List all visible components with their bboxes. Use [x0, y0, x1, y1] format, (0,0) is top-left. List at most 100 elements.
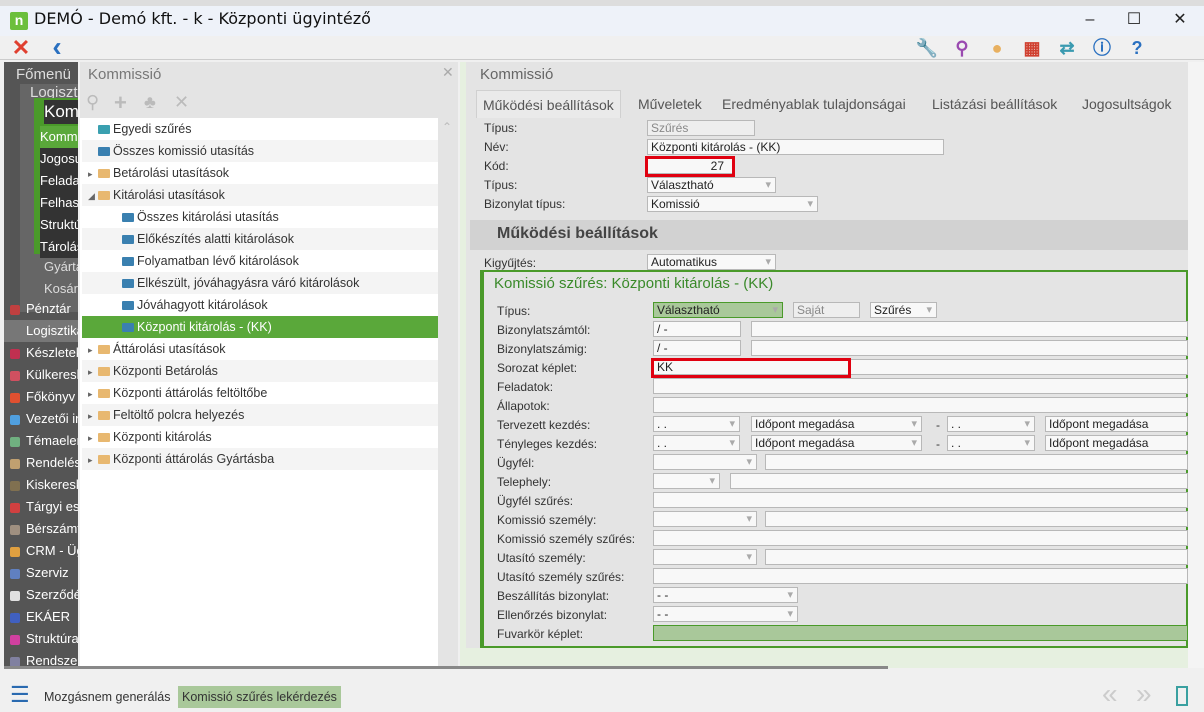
filter-input[interactable]: . .	[653, 416, 740, 432]
tab[interactable]: Műveletek	[632, 90, 708, 118]
menu-item[interactable]: Kiskereskedelem	[4, 474, 78, 496]
tree-item[interactable]: Elkészült, jóváhagyásra váró kitárolások	[82, 272, 438, 294]
add-icon[interactable]: +	[114, 90, 127, 116]
filter-input[interactable]	[653, 511, 757, 527]
filter-input[interactable]	[653, 530, 1188, 546]
filter-input[interactable]	[765, 549, 1188, 565]
filter-input[interactable]: - -	[653, 606, 798, 622]
close-panel-icon[interactable]: ✕	[442, 64, 454, 81]
tree-item[interactable]: Központi kitárolás - (KK)	[82, 316, 438, 338]
group-item[interactable]: Jogosultságok	[40, 148, 78, 170]
tree-item[interactable]: Összes kitárolási utasítás	[82, 206, 438, 228]
filter-input[interactable]: Választható	[653, 302, 783, 318]
modules-icon[interactable]: ▦	[1015, 36, 1049, 60]
tree-item[interactable]: ▸ Központi áttárolás Gyártásba	[82, 448, 438, 470]
group-item[interactable]: Tárolás	[40, 236, 78, 258]
maximize-button[interactable]: ☐	[1114, 8, 1154, 32]
filter-input[interactable]	[751, 340, 1188, 356]
expander-icon[interactable]: ▸	[88, 361, 98, 383]
info-icon[interactable]: ⓘ	[1085, 36, 1119, 60]
movement-type-button[interactable]: Mozgásnem generálás	[40, 686, 174, 708]
filter-input[interactable]	[765, 511, 1188, 527]
wrench-icon[interactable]: 🔧	[910, 36, 944, 60]
menu-icon[interactable]: ☰	[10, 682, 30, 708]
menu-item[interactable]: Főkönyv	[4, 386, 78, 408]
tree-item[interactable]: Folyamatban lévő kitárolások	[82, 250, 438, 272]
tree-item[interactable]: ▸ Központi áttárolás feltöltőbe	[82, 382, 438, 404]
tab[interactable]: Eredményablak tulajdonságai	[716, 90, 912, 118]
tree-item[interactable]: ▸ Áttárolási utasítások	[82, 338, 438, 360]
expander-icon[interactable]: ▸	[88, 339, 98, 361]
unpin-icon[interactable]: ✕	[174, 92, 189, 113]
tree-icon[interactable]: ♣	[144, 92, 156, 113]
menu-item[interactable]: Bérszámfejtés	[4, 518, 78, 540]
tree-item[interactable]: Jóváhagyott kitárolások	[82, 294, 438, 316]
minimize-button[interactable]: –	[1070, 8, 1110, 32]
scroll-up-icon[interactable]: ⌃	[442, 120, 452, 134]
filter-input[interactable]: Időpont megadása	[751, 435, 922, 451]
filter-input[interactable]	[653, 454, 757, 470]
menu-item[interactable]: CRM - Ügyfél	[4, 540, 78, 562]
tree-item[interactable]: Előkészítés alatti kitárolások	[82, 228, 438, 250]
expander-icon[interactable]: ▸	[88, 163, 98, 185]
submenu-item[interactable]: Gyártás	[44, 256, 78, 278]
group-item[interactable]: Felhasználók	[40, 192, 78, 214]
tree-item[interactable]: ▸ Központi kitárolás	[82, 426, 438, 448]
back-icon[interactable]: ‹	[40, 33, 74, 61]
menu-item[interactable]: Szerződések	[4, 584, 78, 606]
group-item[interactable]: Feladatok	[40, 170, 78, 192]
filter-input[interactable]: Időpont megadása	[751, 416, 922, 432]
group-title[interactable]: Kommissió	[44, 100, 78, 124]
menu-item[interactable]: Vezetői info	[4, 408, 78, 430]
user-icon[interactable]: ●	[980, 36, 1014, 60]
tree-item[interactable]: ▸ Feltöltő polcra helyezés	[82, 404, 438, 426]
menu-item[interactable]: Struktúra	[4, 628, 78, 650]
tree-item[interactable]: ▸ Betárolási utasítások	[82, 162, 438, 184]
expander-icon[interactable]: ▸	[88, 449, 98, 471]
horizontal-scrollbar[interactable]	[4, 666, 888, 669]
group-item[interactable]: Kommissió	[40, 126, 78, 148]
menu-item[interactable]: Logisztika	[4, 320, 78, 342]
tab[interactable]: Jogosultságok	[1076, 90, 1178, 118]
document-icon[interactable]	[1176, 686, 1188, 706]
filter-input[interactable]	[653, 378, 1188, 394]
next-icon[interactable]: »	[1136, 678, 1152, 710]
menu-item[interactable]: Pénztár	[4, 298, 78, 320]
menu-item[interactable]: Tárgyi eszköz	[4, 496, 78, 518]
filter-input[interactable]	[730, 473, 1188, 489]
prev-icon[interactable]: «	[1102, 678, 1118, 710]
filter-input[interactable]: Szűrés	[870, 302, 937, 318]
filter-input[interactable]: . .	[947, 416, 1035, 432]
search-icon[interactable]: ⚲	[945, 36, 979, 60]
filter-input[interactable]: . .	[653, 435, 740, 451]
filter-input[interactable]	[653, 473, 720, 489]
tree-item[interactable]: ▸ Központi Betárolás	[82, 360, 438, 382]
menu-item[interactable]: Szerviz	[4, 562, 78, 584]
kigyujtes-select[interactable]: Automatikus	[647, 254, 776, 270]
filter-input[interactable]	[653, 625, 1188, 641]
filter-input[interactable]: Időpont megadása	[1045, 416, 1188, 432]
close-icon[interactable]: ✕	[4, 36, 38, 60]
tree-item[interactable]: ◢ Kitárolási utasítások	[82, 184, 438, 206]
menu-item[interactable]: Külkereskedelem	[4, 364, 78, 386]
commission-filter-query-button[interactable]: Komissió szűrés lekérdezés	[178, 686, 341, 708]
filter-input[interactable]: Időpont megadása	[1045, 435, 1188, 451]
menu-item[interactable]: Készletek	[4, 342, 78, 364]
filter-input[interactable]	[653, 568, 1188, 584]
help-icon[interactable]: ?	[1120, 36, 1154, 60]
filter-input[interactable]	[653, 549, 757, 565]
tab[interactable]: Működési beállítások	[476, 90, 621, 118]
menu-item[interactable]: Rendelések	[4, 452, 78, 474]
expander-icon[interactable]: ◢	[88, 185, 98, 207]
expander-icon[interactable]: ▸	[88, 383, 98, 405]
field-input[interactable]: Komissió	[647, 196, 818, 212]
expander-icon[interactable]: ▸	[88, 427, 98, 449]
filter-input[interactable]: - -	[653, 587, 798, 603]
field-input[interactable]: Választható	[647, 177, 776, 193]
close-window-button[interactable]: ✕	[1160, 8, 1200, 32]
expander-icon[interactable]: ▸	[88, 405, 98, 427]
filter-input[interactable]	[751, 321, 1188, 337]
submenu-item[interactable]: Kosár	[44, 278, 78, 300]
vertical-scrollbar[interactable]	[1188, 62, 1204, 668]
filter-input[interactable]	[653, 397, 1188, 413]
